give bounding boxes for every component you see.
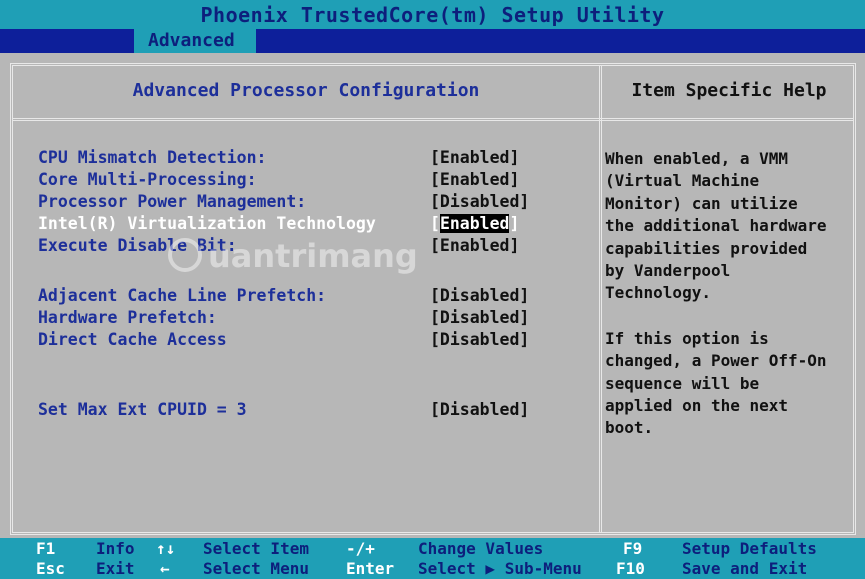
tab-advanced[interactable]: Advanced: [134, 29, 256, 53]
key-plus-minus: -/+: [346, 539, 375, 558]
watermark-text: uantrimang: [208, 237, 418, 275]
header-divider: [13, 118, 853, 121]
setting-value[interactable]: [Disabled]: [430, 307, 529, 329]
help-line: sequence will be: [605, 373, 760, 393]
setting-cpu-mismatch-detection[interactable]: CPU Mismatch Detection: [Enabled]: [38, 147, 568, 169]
setting-value[interactable]: [Disabled]: [430, 399, 529, 421]
help-line: If this option is: [605, 328, 769, 348]
help-title: Item Specific Help: [631, 80, 827, 101]
selected-value-highlight[interactable]: Enabled: [439, 214, 510, 233]
help-line: capabilities provided: [605, 238, 808, 258]
setting-core-multi-processing[interactable]: Core Multi-Processing: [Enabled]: [38, 169, 568, 191]
setting-label: Set Max Ext CPUID = 3: [38, 400, 247, 419]
column-divider: [599, 66, 602, 532]
setting-label: Adjacent Cache Line Prefetch:: [38, 286, 327, 305]
setting-value[interactable]: [Enabled]: [430, 147, 519, 169]
setting-value[interactable]: [Enabled]: [430, 235, 519, 257]
setting-value[interactable]: [Disabled]: [430, 285, 529, 307]
help-line: the additional hardware: [605, 216, 827, 236]
setting-value[interactable]: [Enabled]: [430, 169, 519, 191]
key-desc-select-item: Select Item: [203, 539, 309, 558]
key-desc-info: Info: [96, 539, 135, 558]
help-line: Monitor) can utilize: [605, 193, 798, 213]
setting-label: Core Multi-Processing:: [38, 170, 257, 189]
window-title: Phoenix TrustedCore(tm) Setup Utility: [0, 0, 865, 29]
key-esc: Esc: [36, 559, 65, 578]
help-spacer: [605, 305, 853, 328]
watermark-logo-icon: [168, 238, 202, 272]
help-line: changed, a Power Off-On: [605, 351, 827, 371]
key-f10: F10: [616, 559, 645, 578]
key-enter: Enter: [346, 559, 395, 578]
key-desc-change-values: Change Values: [418, 539, 544, 558]
setting-value[interactable]: [Disabled]: [430, 329, 529, 351]
panel-title: Advanced Processor Configuration: [132, 80, 480, 101]
watermark: uantrimang: [168, 236, 438, 276]
setting-adjacent-cache-line-prefetch[interactable]: Adjacent Cache Line Prefetch: [Disabled]: [38, 285, 568, 307]
setting-label: Hardware Prefetch:: [38, 308, 217, 327]
key-desc-setup-defaults: Setup Defaults: [682, 539, 817, 558]
help-line: (Virtual Machine: [605, 171, 760, 191]
setting-value[interactable]: [Disabled]: [430, 191, 529, 213]
setting-intel-virtualization-technology[interactable]: Intel(R) Virtualization Technology [Enab…: [38, 213, 568, 235]
key-up-down-arrows: ↑↓: [156, 539, 176, 558]
setting-label: Processor Power Management:: [38, 192, 307, 211]
key-left-arrow: ←: [160, 559, 170, 578]
setting-value[interactable]: [Enabled]: [430, 213, 519, 235]
help-line: applied on the next: [605, 396, 789, 416]
help-line: When enabled, a VMM: [605, 149, 789, 168]
key-desc-select-sub-menu: Select ▶ Sub-Menu: [418, 559, 582, 578]
setting-hardware-prefetch[interactable]: Hardware Prefetch: [Disabled]: [38, 307, 568, 329]
help-line: by Vanderpool: [605, 261, 731, 281]
key-f1: F1: [36, 539, 56, 558]
key-desc-select-menu: Select Menu: [203, 559, 309, 578]
help-line: boot.: [605, 418, 654, 438]
key-desc-save-and-exit: Save and Exit: [682, 559, 808, 578]
help-line: Technology.: [605, 283, 711, 303]
setting-label: Intel(R) Virtualization Technology: [38, 214, 376, 233]
key-legend-footer: F1 Info ↑↓ Select Item -/+ Change Values…: [0, 538, 865, 579]
key-desc-exit: Exit: [96, 559, 135, 578]
setting-processor-power-management[interactable]: Processor Power Management: [Disabled]: [38, 191, 568, 213]
setting-set-max-ext-cpuid[interactable]: Set Max Ext CPUID = 3 [Disabled]: [38, 399, 568, 421]
key-f9: F9: [623, 539, 643, 558]
menu-bar: Advanced: [0, 29, 865, 53]
setting-label: CPU Mismatch Detection:: [38, 148, 267, 167]
setting-direct-cache-access[interactable]: Direct Cache Access [Disabled]: [38, 329, 568, 351]
help-text: When enabled, a VMM (Virtual Machine Mon…: [605, 148, 853, 440]
setting-label: Direct Cache Access: [38, 330, 227, 349]
value-open-bracket: [: [430, 214, 440, 233]
value-close-bracket: ]: [509, 214, 520, 233]
